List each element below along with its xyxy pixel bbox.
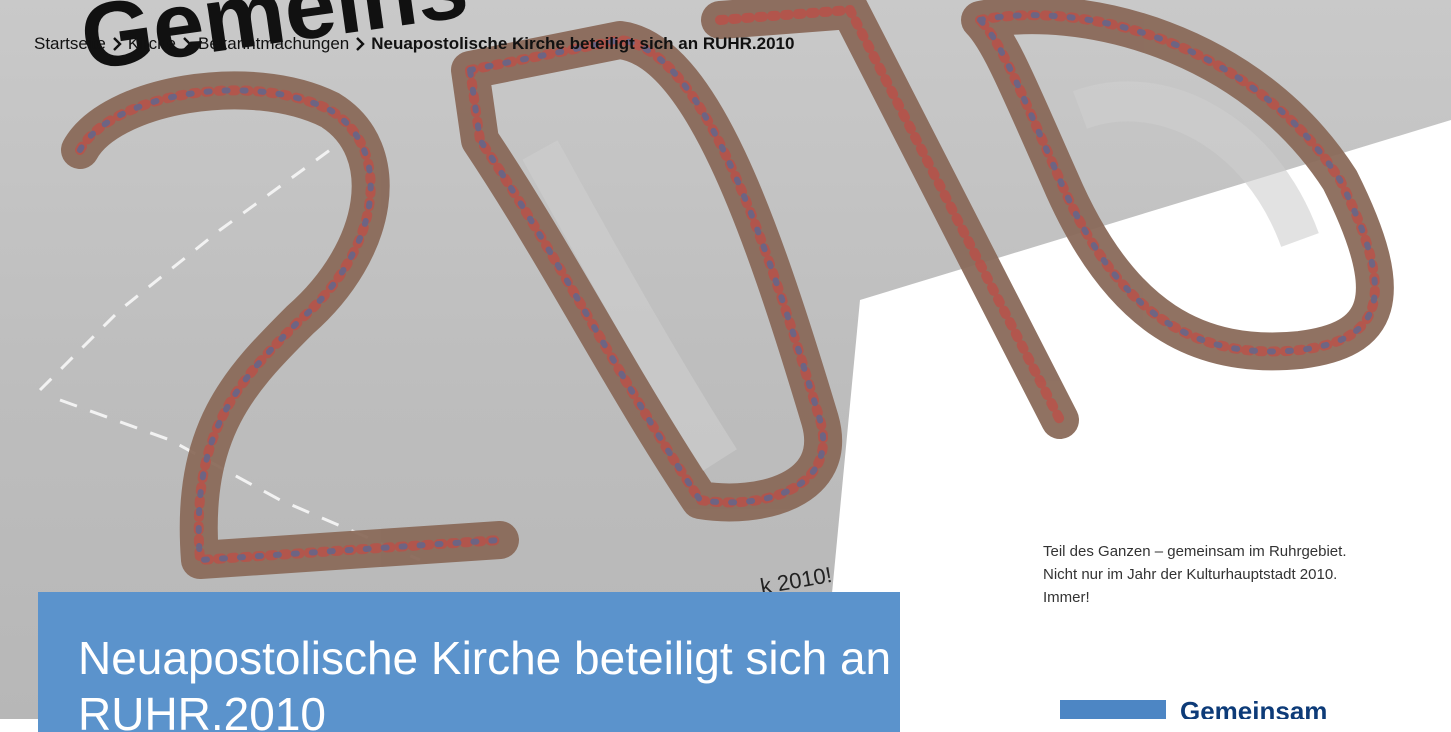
breadcrumb-current: Neuapostolische Kirche beteiligt sich an… — [371, 34, 795, 53]
chevron-right-icon — [112, 37, 122, 51]
chevron-right-icon — [183, 37, 192, 51]
poster-logo-word: Gemeinsam — [1180, 696, 1328, 719]
breadcrumb-link-startseite[interactable]: Startseite — [34, 34, 106, 54]
breadcrumb: Startseite Kirche Bekanntmachungen Neuap… — [34, 34, 794, 54]
page-title: Neuapostolische Kirche beteiligt sich an… — [78, 632, 892, 732]
breadcrumb-link-bekanntmachungen[interactable]: Bekanntmachungen — [198, 34, 349, 54]
chevron-right-icon — [356, 37, 365, 51]
poster-caption-line: Nicht nur im Jahr der Kulturhauptstadt 2… — [1043, 566, 1338, 583]
logo-icon — [1060, 700, 1166, 719]
poster-caption: Teil des Ganzen – gemeinsam im Ruhrgebie… — [1043, 540, 1373, 609]
article-title-box: Neuapostolische Kirche beteiligt sich an… — [38, 592, 900, 732]
breadcrumb-link-kirche[interactable]: Kirche — [128, 34, 176, 54]
poster-caption-line: Teil des Ganzen – gemeinsam im Ruhrgebie… — [1043, 543, 1347, 560]
poster-caption-line: Immer! — [1043, 589, 1090, 606]
